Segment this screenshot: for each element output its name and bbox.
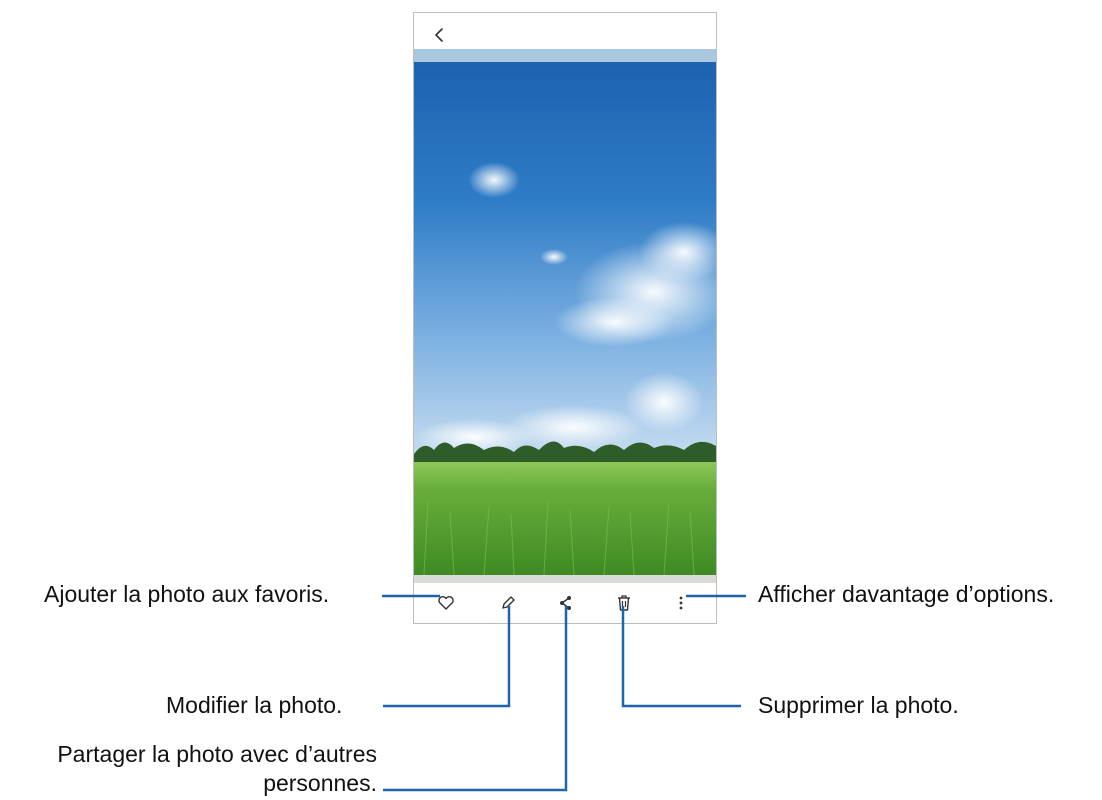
phone-screen: [413, 12, 717, 624]
edit-button[interactable]: [496, 591, 520, 615]
top-bar: [414, 13, 716, 49]
photo-viewer[interactable]: [414, 62, 716, 575]
more-options-button[interactable]: [669, 591, 693, 615]
back-button[interactable]: [428, 23, 452, 47]
pencil-icon: [502, 596, 515, 609]
photo-bottom-strip: [414, 575, 716, 583]
callout-favorite-label: Ajouter la photo aux favoris.: [44, 581, 330, 607]
delete-button[interactable]: [612, 591, 636, 615]
more-vertical-icon: [679, 596, 683, 610]
share-button[interactable]: [554, 591, 578, 615]
callout-edit-label: Modifier la photo.: [166, 692, 343, 718]
back-icon: [435, 28, 443, 42]
callout-share-label-line2: personnes.: [263, 770, 377, 796]
action-bar: [414, 583, 716, 623]
trash-icon: [618, 595, 630, 611]
callout-more-label: Afficher davantage d’options.: [758, 581, 1055, 607]
callout-delete-label: Supprimer la photo.: [758, 692, 959, 718]
heart-icon: [438, 596, 454, 610]
landscape-photo: [414, 62, 716, 575]
status-strip: [414, 49, 716, 62]
favorite-button[interactable]: [434, 591, 458, 615]
callout-share-label-line1: Partager la photo avec d’autres: [57, 741, 377, 767]
share-icon: [560, 596, 571, 610]
